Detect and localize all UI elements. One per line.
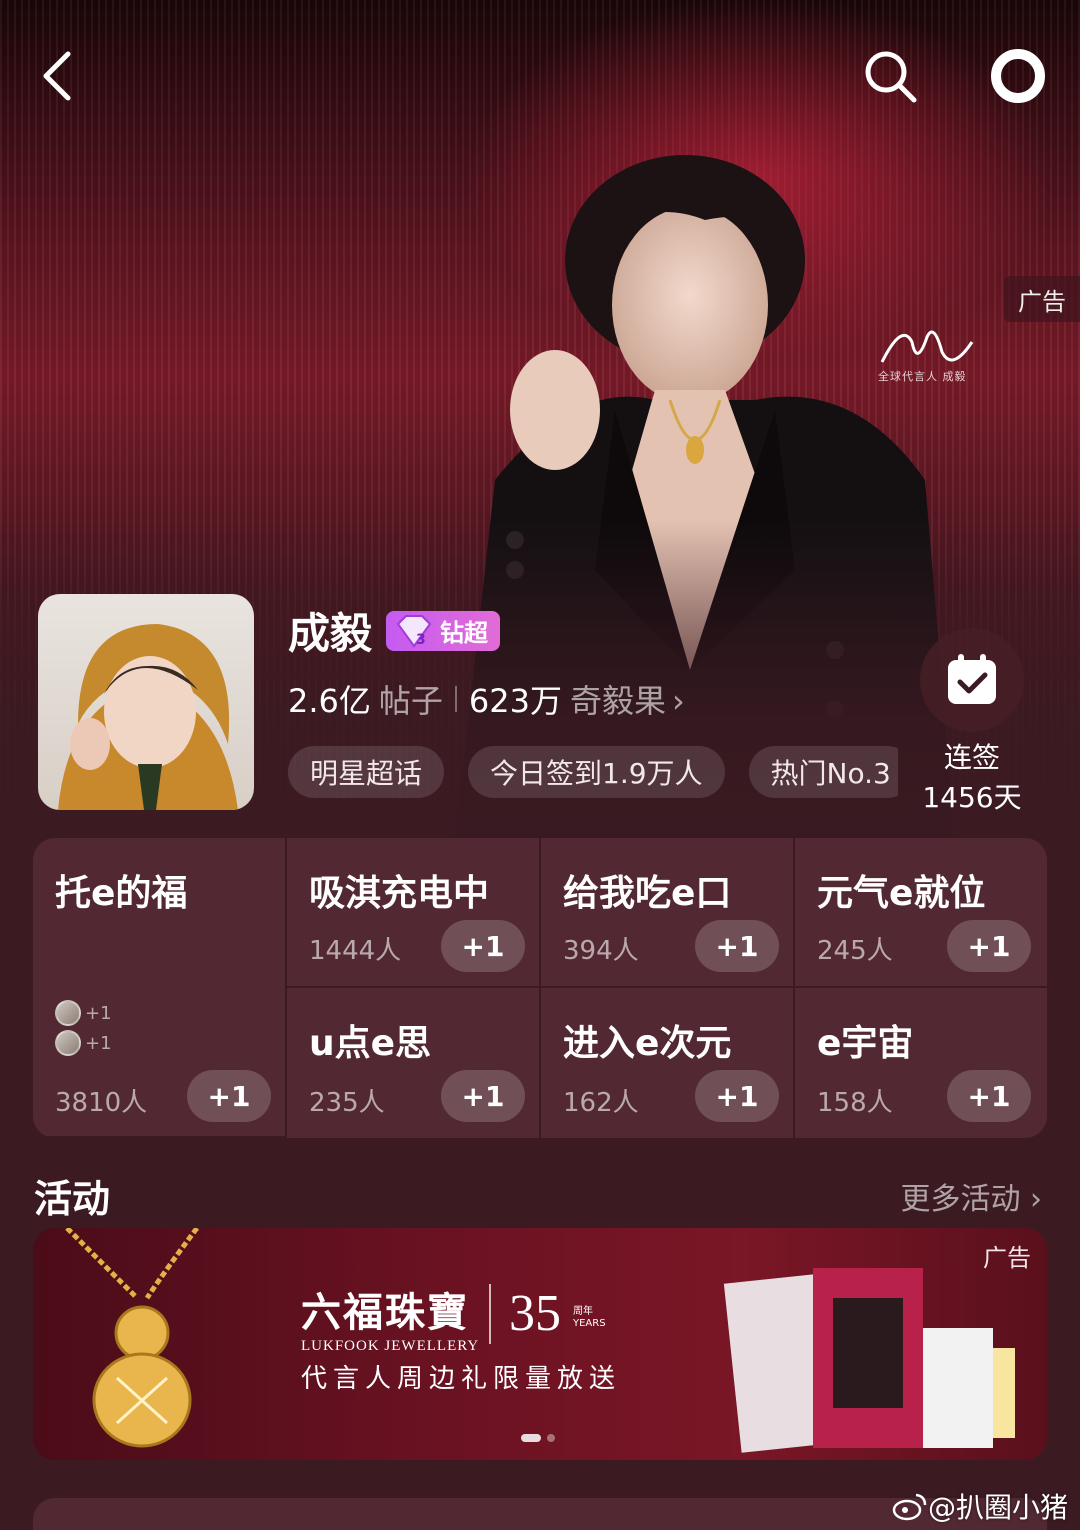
cell-title: e宇宙 (817, 1023, 914, 1064)
activity-title: 活动 (34, 1177, 111, 1221)
support-grid: 托e的福 +1 +1 3810人 +1 吸淇充电中 1444人 +1 给我吃e口… (33, 838, 1047, 1138)
gourd-pendant-image (65, 1228, 200, 1448)
cell-title: 给我吃e口 (563, 873, 732, 914)
super-badge[interactable]: 3 钻超 (386, 610, 501, 651)
cell-count: 162人 (563, 1088, 639, 1118)
cell-count: 394人 (563, 936, 639, 966)
stats-divider (454, 686, 457, 712)
mini-avatar (55, 1000, 81, 1026)
search-icon[interactable] (860, 46, 920, 106)
plus-one-button[interactable]: +1 (947, 1070, 1031, 1122)
more-activities-label: 更多活动 (900, 1182, 1021, 1217)
watermark-text: @扒圈小猪 (927, 1491, 1068, 1524)
carousel-dot-active (521, 1434, 541, 1442)
back-icon[interactable] (30, 46, 90, 106)
brand-name-en: LUKFOOK JEWELLERY (301, 1338, 480, 1354)
profile-name: 成毅 (288, 609, 373, 658)
chevron-right-icon: › (672, 682, 685, 720)
plus-one-button[interactable]: +1 (441, 1070, 525, 1122)
watermark: @扒圈小猪 (892, 1486, 1068, 1526)
fans-label: 奇毅果 (570, 682, 667, 720)
grid-cell-0[interactable]: 托e的福 +1 +1 3810人 +1 (33, 838, 287, 1138)
fans-count: 623万 (468, 682, 563, 720)
tag-chips: 明星超话 今日签到1.9万人 热门No.3 (288, 746, 898, 800)
brand-logo: 六福珠寶 LUKFOOK JEWELLERY 35 周年 YEARS 代言人周边… (301, 1280, 615, 1394)
anniversary-years: 周年 YEARS (573, 1306, 606, 1330)
cell-title: 元气e就位 (817, 873, 986, 914)
calendar-check-icon (948, 654, 996, 704)
mini-avatar-row: +1 (55, 1000, 112, 1026)
chip-hot-rank[interactable]: 热门No.3 (748, 746, 898, 798)
grid-cell-1[interactable]: 吸淇充电中 1444人 +1 (287, 838, 541, 988)
posts-label: 帖子 (378, 682, 443, 720)
anniversary-number: 35 (509, 1285, 561, 1342)
cell-title: u点e思 (309, 1023, 432, 1064)
cell-count: 245人 (817, 936, 893, 966)
grid-cell-5[interactable]: 进入e次元 162人 +1 (541, 988, 795, 1138)
cell-title: 托e的福 (55, 873, 188, 914)
stats-row[interactable]: 2.6亿 帖子 623万 奇毅果 › (288, 676, 685, 722)
activity-banner[interactable]: 六福珠寶 LUKFOOK JEWELLERY 35 周年 YEARS 代言人周边… (33, 1228, 1047, 1460)
signature-caption: 全球代言人 成毅 (878, 370, 967, 383)
plus-one-button[interactable]: +1 (695, 1070, 779, 1122)
cell-count: 158人 (817, 1088, 893, 1118)
svg-text:3: 3 (416, 632, 426, 648)
cell-count: 1444人 (309, 936, 402, 966)
brand-divider (489, 1284, 491, 1344)
years-en: YEARS (573, 1318, 606, 1329)
title-row: 成毅 3 钻超 (288, 600, 501, 661)
checkin-label: 连签 (943, 741, 1000, 774)
plus-one-button[interactable]: +1 (187, 1070, 271, 1122)
grid-cell-6[interactable]: e宇宙 158人 +1 (795, 988, 1047, 1138)
checkin-streak: 连签 1456天 (900, 738, 1044, 818)
avatar[interactable] (38, 594, 254, 810)
chip-checkin-today[interactable]: 今日签到1.9万人 (468, 746, 725, 798)
checkin-button[interactable] (920, 628, 1024, 732)
grid-cell-3[interactable]: 元气e就位 245人 +1 (795, 838, 1047, 988)
cell-title: 进入e次元 (563, 1023, 732, 1064)
cell-title: 吸淇充电中 (309, 873, 490, 914)
grid-cell-4[interactable]: u点e思 235人 +1 (287, 988, 541, 1138)
more-options-icon[interactable] (988, 46, 1048, 106)
merch-photo (723, 1268, 1015, 1453)
mini-avatar-count: +1 (85, 1002, 112, 1024)
diamond-icon: 3 (396, 614, 432, 648)
cell-count: 3810人 (55, 1088, 148, 1118)
mini-avatar-count: +1 (85, 1032, 112, 1054)
badge-label: 钻超 (440, 619, 489, 647)
grid-cell-2[interactable]: 给我吃e口 394人 +1 (541, 838, 795, 988)
banner-ad-tag: 广告 (983, 1244, 1031, 1272)
brand-name-cn: 六福珠寶 (301, 1289, 469, 1336)
mini-avatar (55, 1030, 81, 1056)
posts-count: 2.6亿 (288, 682, 371, 720)
more-activities-link[interactable]: 更多活动 › (900, 1174, 1042, 1218)
plus-one-button[interactable]: +1 (695, 920, 779, 972)
weibo-icon (892, 1493, 927, 1521)
plus-one-button[interactable]: +1 (441, 920, 525, 972)
banner-subtitle: 代言人周边礼限量放送 (301, 1364, 622, 1394)
chevron-right-icon: › (1030, 1182, 1042, 1217)
years-cn: 周年 (573, 1306, 593, 1317)
carousel-dot (547, 1434, 555, 1442)
mini-avatar-row: +1 (55, 1030, 112, 1056)
chip-star-topic[interactable]: 明星超话 (288, 746, 445, 798)
cell-count: 235人 (309, 1088, 385, 1118)
ad-tag[interactable]: 广告 (1004, 276, 1080, 322)
avatar-image (58, 624, 238, 810)
carousel-indicator (521, 1434, 555, 1442)
checkin-days: 1456天 (922, 781, 1022, 814)
plus-one-button[interactable]: +1 (947, 920, 1031, 972)
